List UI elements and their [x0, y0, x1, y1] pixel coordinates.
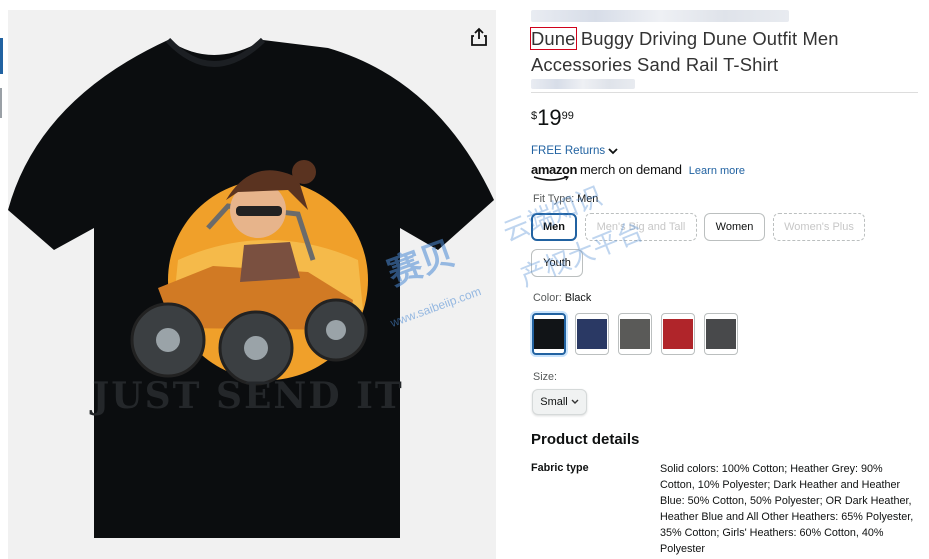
product-details-heading: Product details — [531, 431, 640, 448]
fabric-type-label: Fabric type — [531, 462, 589, 474]
price: $ 19 99 — [531, 104, 574, 132]
share-icon — [471, 27, 487, 46]
fit-option-womens-plus[interactable]: Women's Plus — [773, 213, 865, 241]
free-returns-link[interactable]: FREE Returns — [531, 145, 618, 157]
merch-on-demand: amazon merch on demand Learn more — [531, 162, 745, 181]
thumbnail-indicator[interactable] — [0, 88, 2, 118]
color-swatch-dark-grey[interactable] — [704, 313, 738, 355]
store-link-redacted[interactable] — [531, 10, 789, 22]
color-swatch-black[interactable] — [532, 313, 566, 355]
amazon-logo: amazon — [531, 162, 577, 181]
color-selected: Black — [564, 292, 592, 304]
fabric-type-value: Solid colors: 100% Cotton; Heather Grey:… — [660, 463, 914, 555]
title-highlight: Dune — [530, 27, 577, 50]
size-dropdown[interactable]: Small — [532, 389, 587, 415]
color-swatch-grey[interactable] — [618, 313, 652, 355]
product-image[interactable]: JUST SEND IT — [8, 10, 496, 559]
size-selected: Small — [540, 396, 568, 408]
title-rest: Buggy Driving Dune Outfit Men Accessorie… — [531, 28, 839, 75]
fit-type-selected: Men — [577, 193, 599, 205]
color-swatch-red[interactable] — [661, 313, 695, 355]
fit-option-women[interactable]: Women — [704, 213, 765, 241]
fit-option-youth[interactable]: Youth — [531, 249, 583, 277]
learn-more-link[interactable]: Learn more — [689, 165, 745, 177]
price-whole: 19 — [537, 105, 562, 130]
free-returns-label: FREE Returns — [531, 145, 606, 157]
fit-option-mens-big-tall[interactable]: Men's Big and Tall — [585, 213, 697, 241]
chevron-down-icon — [608, 147, 618, 154]
price-fraction: 99 — [561, 110, 574, 122]
share-button[interactable] — [470, 27, 496, 55]
tshirt-illustration: JUST SEND IT — [8, 37, 494, 538]
product-title: Dune Buggy Driving Dune Outfit Men Acces… — [530, 26, 916, 78]
fit-type-label: Fit Type: Men — [533, 193, 599, 205]
shirt-slogan: JUST SEND IT — [89, 375, 403, 417]
divider — [531, 92, 918, 93]
chevron-down-icon — [571, 399, 579, 404]
color-label: Color: Black — [533, 292, 592, 304]
thumbnail-selected-indicator[interactable] — [0, 38, 3, 74]
amazon-smile-icon — [533, 176, 569, 181]
fit-option-men[interactable]: Men — [531, 213, 577, 241]
size-label: Size: — [533, 371, 558, 383]
rating-redacted[interactable] — [531, 79, 635, 89]
color-swatch-navy[interactable] — [575, 313, 609, 355]
merch-logo-text: merch on demand — [580, 162, 682, 177]
